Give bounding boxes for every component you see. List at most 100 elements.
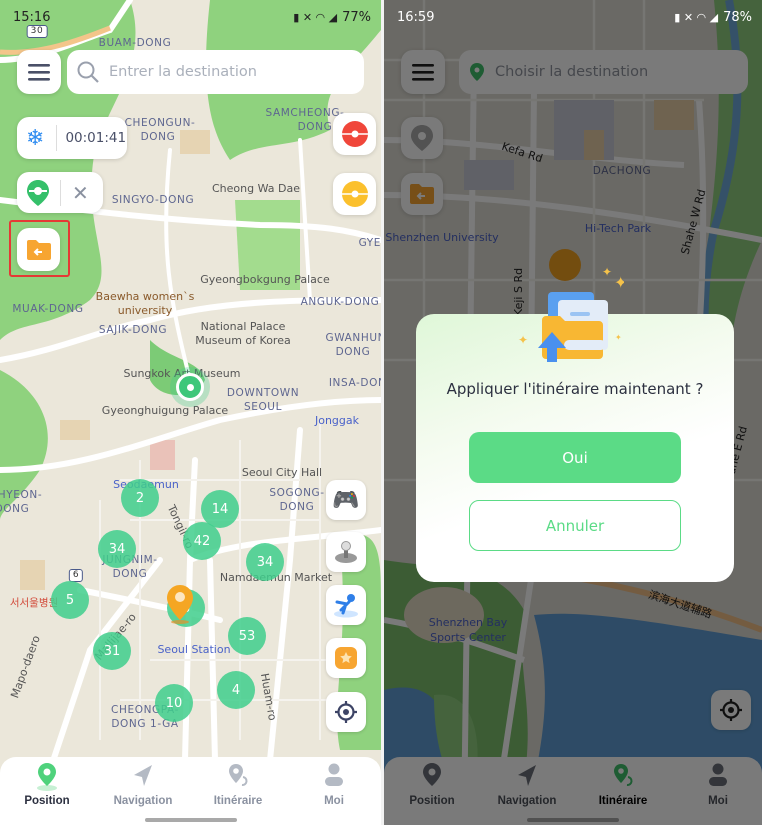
tab-position[interactable]: Position	[392, 761, 472, 807]
svg-text:✦: ✦	[602, 265, 612, 279]
poi-cluster[interactable]: 5	[51, 581, 89, 619]
map-label: Jonggak	[314, 414, 360, 427]
joystick-button[interactable]: 🎮	[326, 480, 366, 520]
search-placeholder: Choisir la destination	[495, 64, 649, 80]
poi-cluster[interactable]: 34	[98, 530, 136, 568]
poi-cluster[interactable]: 31	[93, 632, 131, 670]
map-label: National Palace	[200, 320, 286, 333]
yellow-ball-button[interactable]	[333, 173, 376, 215]
joystick-mode-button[interactable]	[326, 532, 366, 572]
map-label: Gyeonghuigung Palace	[101, 404, 229, 417]
map-label: Gyeongbokgung Palace	[200, 273, 330, 286]
destination-search-input[interactable]: Choisir la destination	[459, 50, 748, 94]
close-icon[interactable]: ✕	[72, 181, 89, 205]
location-pin-icon	[470, 63, 484, 81]
tab-label: Itinéraire	[598, 795, 648, 807]
tab-moi[interactable]: Moi	[678, 761, 758, 807]
map-label: GWANHUN-	[325, 332, 381, 344]
map-label: SINGYO-DONG	[111, 194, 195, 206]
signal-icons: ▮ ✕ ◠ ◢	[674, 10, 719, 24]
map-label: DONG	[279, 501, 315, 513]
red-ball-button[interactable]	[333, 113, 376, 155]
menu-button[interactable]	[401, 50, 445, 94]
poi-cluster[interactable]: 34	[246, 543, 284, 581]
map-label: SOGONG-	[269, 487, 325, 499]
svg-text:✦: ✦	[615, 333, 622, 342]
route-pin-icon	[229, 764, 248, 786]
poi-cluster[interactable]: 10	[155, 684, 193, 722]
divider	[56, 125, 58, 151]
pokeball-yellow-icon	[341, 181, 368, 207]
pokeball-red-icon	[341, 121, 368, 147]
search-icon	[77, 61, 99, 83]
recenter-button[interactable]	[711, 690, 751, 730]
map-label: DONG	[0, 503, 30, 515]
hamburger-icon	[28, 64, 50, 81]
destination-pin-icon[interactable]	[166, 584, 194, 624]
tab-navigation[interactable]: Navigation	[487, 761, 567, 807]
poi-cluster[interactable]: 42	[183, 522, 221, 560]
map-label: DOWNTOWN	[226, 387, 300, 399]
home-indicator[interactable]	[527, 818, 619, 822]
map-label: SAMCHEONG-	[265, 107, 345, 119]
map-label: BUAM-DONG	[98, 37, 172, 49]
tab-position[interactable]: Position	[7, 761, 87, 807]
paper-plane-icon	[518, 765, 536, 786]
map-label: CHEONGUN-	[124, 117, 196, 129]
signal-icons: ▮ ✕ ◠ ◢	[293, 10, 338, 24]
status-time: 16:59	[397, 9, 435, 25]
poi-cluster[interactable]: 4	[217, 671, 255, 709]
location-pin-icon	[411, 125, 433, 151]
battery-level: 78%	[723, 9, 752, 25]
map-label: HYEON-	[0, 489, 43, 501]
timer-value: 00:01:41	[65, 130, 127, 146]
tab-navigation[interactable]: Navigation	[103, 761, 183, 807]
status-bar: 16:59 ▮ ✕ ◠ ◢ 78%	[397, 8, 752, 26]
bottom-nav: Position Navigation Itinéraire Moi	[384, 757, 762, 825]
tab-itineraire[interactable]: Itinéraire	[198, 761, 278, 807]
import-route-button[interactable]	[17, 228, 60, 271]
tab-label: Position	[24, 795, 70, 807]
folder-import-icon	[26, 239, 51, 260]
tab-itineraire[interactable]: Itinéraire	[583, 761, 663, 807]
map-label: DONG	[112, 568, 148, 580]
map-label: DACHONG	[592, 165, 652, 177]
poi-cluster[interactable]: 2	[121, 479, 159, 517]
svg-text:✦: ✦	[518, 333, 528, 347]
home-indicator[interactable]	[144, 818, 237, 822]
dialog-question: Appliquer l'itinéraire maintenant ?	[446, 380, 704, 398]
current-location-marker	[170, 367, 210, 407]
recenter-button[interactable]	[326, 692, 366, 732]
cooldown-timer[interactable]: ❄ 00:01:41	[17, 117, 127, 159]
tab-moi[interactable]: Moi	[294, 761, 374, 807]
crosshair-icon	[720, 699, 742, 721]
destination-search-input[interactable]: Entrer la destination	[67, 50, 364, 94]
favorites-button[interactable]	[326, 638, 366, 678]
divider	[60, 179, 61, 206]
location-pin-icon	[423, 763, 441, 786]
map-label: DONG	[335, 346, 371, 358]
svg-text:✦: ✦	[614, 273, 624, 292]
map-label: SEOUL	[243, 401, 283, 413]
star-badge-icon	[335, 647, 357, 669]
user-icon	[325, 763, 343, 786]
map-label: Hi-Tech Park	[584, 222, 652, 235]
route-shield: 30	[26, 25, 48, 38]
map-label: Sports Center	[430, 631, 506, 644]
confirm-button[interactable]: Oui	[469, 432, 681, 483]
location-pin-icon	[37, 763, 57, 791]
map-label: Shenzhen Bay	[428, 616, 508, 629]
poi-cluster[interactable]: 53	[228, 617, 266, 655]
folder-upload-icon: ✦ ✦ ✦ ✦	[518, 265, 624, 362]
location-pin-icon[interactable]	[26, 179, 50, 207]
search-placeholder: Entrer la destination	[109, 64, 257, 80]
gamepad-icon: 🎮	[332, 487, 360, 513]
map-label: Shenzhen University	[385, 231, 499, 244]
teleport-button[interactable]	[401, 117, 443, 159]
menu-button[interactable]	[17, 50, 61, 94]
bottom-nav: Position Navigation Itinéraire Moi	[0, 757, 381, 825]
battery-level: 77%	[342, 9, 371, 25]
movement-mode-button[interactable]	[326, 585, 366, 625]
cancel-button[interactable]: Annuler	[469, 500, 681, 551]
import-route-button[interactable]	[401, 173, 443, 215]
